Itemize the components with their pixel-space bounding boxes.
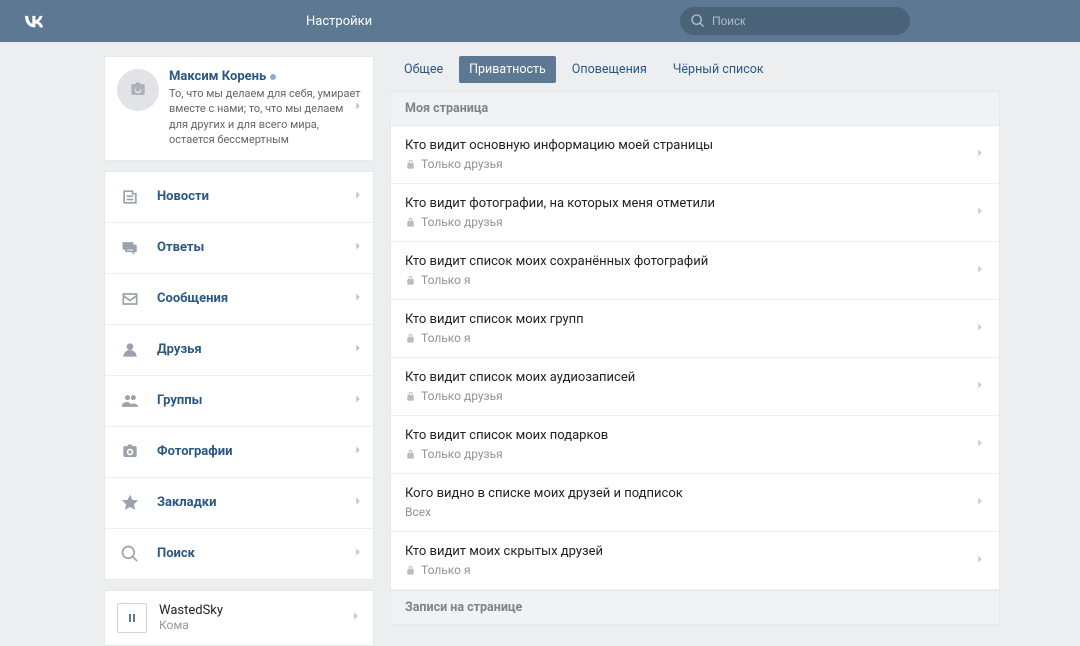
section-title: Моя страница xyxy=(390,91,1000,126)
nav-item-search[interactable]: Поиск xyxy=(105,529,373,579)
setting-row[interactable]: Кто видит список моих аудиозаписей Только… xyxy=(391,358,999,416)
nav-label: Сообщения xyxy=(157,291,228,306)
nav-item-photos[interactable]: Фотографии xyxy=(105,427,373,478)
nav-item-messages[interactable]: Сообщения xyxy=(105,274,373,325)
search-input[interactable] xyxy=(680,7,910,35)
chevron-right-icon xyxy=(351,188,365,206)
chevron-right-icon xyxy=(973,552,987,570)
lock-icon xyxy=(405,333,416,344)
header-search xyxy=(680,7,910,35)
chevron-right-icon xyxy=(973,262,987,280)
nav-label: Новости xyxy=(157,189,209,204)
nav-label: Поиск xyxy=(157,546,195,561)
lock-icon xyxy=(405,217,416,228)
setting-value: Только я xyxy=(405,563,985,577)
setting-label: Кто видит список моих групп xyxy=(405,312,985,327)
setting-label: Кто видит фотографии, на которых меня от… xyxy=(405,196,985,211)
nav-label: Группы xyxy=(157,393,202,408)
replies-icon xyxy=(119,237,141,259)
tab-Приватность[interactable]: Приватность xyxy=(459,56,556,83)
page-title: Настройки xyxy=(306,14,372,29)
setting-row[interactable]: Кто видит основную информацию моей стран… xyxy=(391,126,999,184)
chevron-right-icon xyxy=(973,146,987,164)
setting-label: Кто видит моих скрытых друзей xyxy=(405,544,985,559)
nav-item-bookmarks[interactable]: Закладки xyxy=(105,478,373,529)
profile-name: Максим Корень xyxy=(169,69,361,84)
nav-label: Друзья xyxy=(157,342,202,357)
setting-label: Кого видно в списке моих друзей и подпис… xyxy=(405,486,985,501)
setting-label: Кто видит список моих подарков xyxy=(405,428,985,443)
setting-row[interactable]: Кого видно в списке моих друзей и подпис… xyxy=(391,474,999,532)
search-icon xyxy=(119,543,141,565)
chevron-right-icon xyxy=(351,99,365,117)
setting-value: Только я xyxy=(405,273,985,287)
lock-icon xyxy=(405,159,416,170)
lock-icon xyxy=(405,565,416,576)
chevron-right-icon xyxy=(973,378,987,396)
groups-icon xyxy=(119,390,141,412)
setting-value: Всех xyxy=(405,505,985,519)
chevron-right-icon xyxy=(351,290,365,308)
tab-Чёрный список[interactable]: Чёрный список xyxy=(663,56,774,83)
nav-item-news[interactable]: Новости xyxy=(105,172,373,223)
chevron-right-icon xyxy=(351,545,365,563)
lock-icon xyxy=(405,449,416,460)
chevron-right-icon xyxy=(973,494,987,512)
setting-row[interactable]: Кто видит список моих подарков Только дру… xyxy=(391,416,999,474)
setting-label: Кто видит список моих аудиозаписей xyxy=(405,370,985,385)
nav-item-groups[interactable]: Группы xyxy=(105,376,373,427)
chevron-right-icon xyxy=(973,320,987,338)
setting-row[interactable]: Кто видит список моих сохранённых фотогр… xyxy=(391,242,999,300)
sidebar: Максим Корень То, что мы делаем для себя… xyxy=(104,42,374,646)
online-indicator-icon xyxy=(270,74,276,80)
nav-list: Новости Ответы Сообщения Друзья Группы Фотогр… xyxy=(104,171,374,580)
chevron-right-icon xyxy=(351,341,365,359)
chevron-right-icon xyxy=(351,392,365,410)
chevron-right-icon xyxy=(351,494,365,512)
track-title: WastedSky xyxy=(159,603,223,618)
setting-label: Кто видит основную информацию моей стран… xyxy=(405,138,985,153)
main-content: ОбщееПриватностьОповещенияЧёрный список … xyxy=(390,42,1000,646)
nav-item-replies[interactable]: Ответы xyxy=(105,223,373,274)
profile-card[interactable]: Максим Корень То, что мы делаем для себя… xyxy=(104,56,374,161)
chevron-right-icon xyxy=(973,204,987,222)
photos-icon xyxy=(119,441,141,463)
friends-icon xyxy=(119,339,141,361)
tab-Общее[interactable]: Общее xyxy=(394,56,453,83)
tab-Оповещения[interactable]: Оповещения xyxy=(562,56,657,83)
bookmarks-icon xyxy=(119,492,141,514)
settings-tabs: ОбщееПриватностьОповещенияЧёрный список xyxy=(390,56,1000,83)
setting-value: Только друзья xyxy=(405,215,985,229)
profile-status: То, что мы делаем для себя, умирает вмес… xyxy=(169,86,361,148)
audio-player[interactable]: WastedSky Кома xyxy=(104,590,374,646)
chevron-right-icon xyxy=(973,436,987,454)
nav-item-friends[interactable]: Друзья xyxy=(105,325,373,376)
search-icon xyxy=(690,13,706,29)
nav-label: Закладки xyxy=(157,495,216,510)
section-title: Записи на странице xyxy=(390,590,1000,625)
vk-logo[interactable] xyxy=(20,7,48,35)
settings-list: Кто видит основную информацию моей стран… xyxy=(390,126,1000,590)
chevron-right-icon xyxy=(351,443,365,461)
setting-label: Кто видит список моих сохранённых фотогр… xyxy=(405,254,985,269)
app-header: Настройки xyxy=(0,0,1080,42)
chevron-right-icon xyxy=(351,239,365,257)
messages-icon xyxy=(119,288,141,310)
setting-row[interactable]: Кто видит список моих групп Только я xyxy=(391,300,999,358)
setting-value: Только я xyxy=(405,331,985,345)
avatar xyxy=(117,69,159,111)
track-subtitle: Кома xyxy=(159,618,223,632)
lock-icon xyxy=(405,391,416,402)
setting-value: Только друзья xyxy=(405,389,985,403)
setting-value: Только друзья xyxy=(405,157,985,171)
setting-row[interactable]: Кто видит фотографии, на которых меня от… xyxy=(391,184,999,242)
pause-button[interactable] xyxy=(117,603,147,633)
news-icon xyxy=(119,186,141,208)
setting-value: Только друзья xyxy=(405,447,985,461)
nav-label: Ответы xyxy=(157,240,204,255)
setting-row[interactable]: Кто видит моих скрытых друзей Только я xyxy=(391,532,999,590)
nav-label: Фотографии xyxy=(157,444,233,459)
chevron-right-icon xyxy=(349,609,363,627)
lock-icon xyxy=(405,275,416,286)
